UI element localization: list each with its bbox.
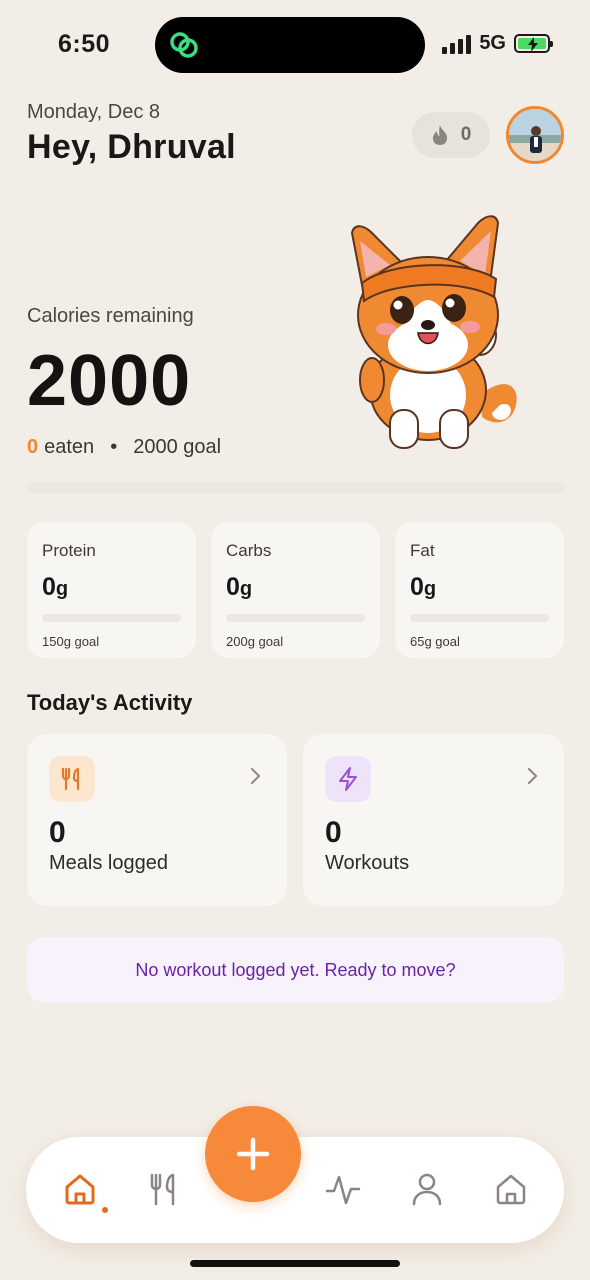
profile-avatar[interactable] (506, 106, 564, 164)
macro-card-protein[interactable]: Protein 0g 150g goal (27, 522, 196, 658)
separator-dot: • (110, 436, 118, 458)
house-icon (496, 1174, 526, 1205)
calories-eaten-value: 0 (27, 436, 39, 458)
macro-name: Protein (42, 541, 96, 560)
activity-title: Today's Activity (27, 690, 193, 715)
nav-house[interactable] (489, 1167, 533, 1211)
status-bar: 6:50 5G (0, 0, 590, 90)
streak-count: 0 (460, 124, 472, 145)
streak-badge[interactable]: 0 (412, 112, 490, 158)
macro-card-fat[interactable]: Fat 0g 65g goal (395, 522, 564, 658)
profile-icon (412, 1173, 442, 1206)
header-date: Monday, Dec 8 (27, 101, 161, 123)
active-indicator-dot (102, 1207, 108, 1213)
nav-activity[interactable] (321, 1167, 365, 1211)
workouts-card[interactable]: 0 Workouts (303, 734, 564, 906)
status-indicators: 5G (442, 32, 553, 55)
macro-goal: 65g goal (410, 634, 460, 649)
lightning-icon (325, 756, 371, 802)
link-app-icon (170, 32, 198, 58)
dynamic-island (155, 17, 425, 73)
macro-goal: 200g goal (226, 634, 284, 649)
add-button[interactable] (205, 1106, 301, 1202)
nav-profile[interactable] (405, 1167, 449, 1211)
calories-progress-bar (27, 481, 564, 493)
flame-icon (432, 125, 447, 145)
calories-remaining-value: 2000 (27, 341, 192, 421)
greeting-title: Hey, Dhruval (27, 128, 236, 166)
plus-icon (236, 1137, 270, 1171)
macro-goal: 150g goal (42, 634, 100, 649)
meals-logged-count: 0 (49, 816, 66, 849)
signal-icon (442, 34, 472, 54)
meals-logged-label: Meals logged (49, 852, 168, 874)
macro-card-carbs[interactable]: Carbs 0g 200g goal (211, 522, 380, 658)
macro-value: 0g (410, 573, 437, 601)
workouts-count: 0 (325, 816, 342, 849)
home-icon (65, 1174, 95, 1205)
corgi-mascot-illustration (350, 215, 517, 449)
fork-knife-icon (49, 756, 95, 802)
macro-progress-bar (42, 614, 181, 622)
status-time: 6:50 (58, 30, 111, 58)
calories-summary: 0 eaten • 2000 goal (27, 436, 221, 459)
macro-value: 0g (42, 573, 69, 601)
avatar-photo (509, 109, 561, 161)
calories-goal: 2000 goal (133, 436, 222, 458)
nav-meals[interactable] (142, 1167, 186, 1211)
activity-pulse-icon (325, 1175, 361, 1205)
fork-knife-icon (150, 1173, 175, 1206)
macro-value: 0g (226, 573, 253, 601)
meals-logged-card[interactable]: 0 Meals logged (27, 734, 287, 906)
chevron-right-icon (251, 768, 261, 784)
network-type: 5G (479, 32, 506, 54)
chevron-right-icon (528, 768, 538, 784)
workout-prompt-banner[interactable]: No workout logged yet. Ready to move? (27, 937, 564, 1003)
battery-icon (514, 34, 553, 53)
workouts-label: Workouts (325, 852, 410, 874)
home-indicator (190, 1260, 400, 1267)
nav-home[interactable] (58, 1167, 102, 1211)
calories-label: Calories remaining (27, 305, 194, 327)
macro-progress-bar (410, 614, 549, 622)
macro-name: Carbs (226, 541, 272, 560)
calories-eaten-label: eaten (44, 436, 95, 458)
macro-progress-bar (226, 614, 365, 622)
macro-name: Fat (410, 541, 435, 560)
